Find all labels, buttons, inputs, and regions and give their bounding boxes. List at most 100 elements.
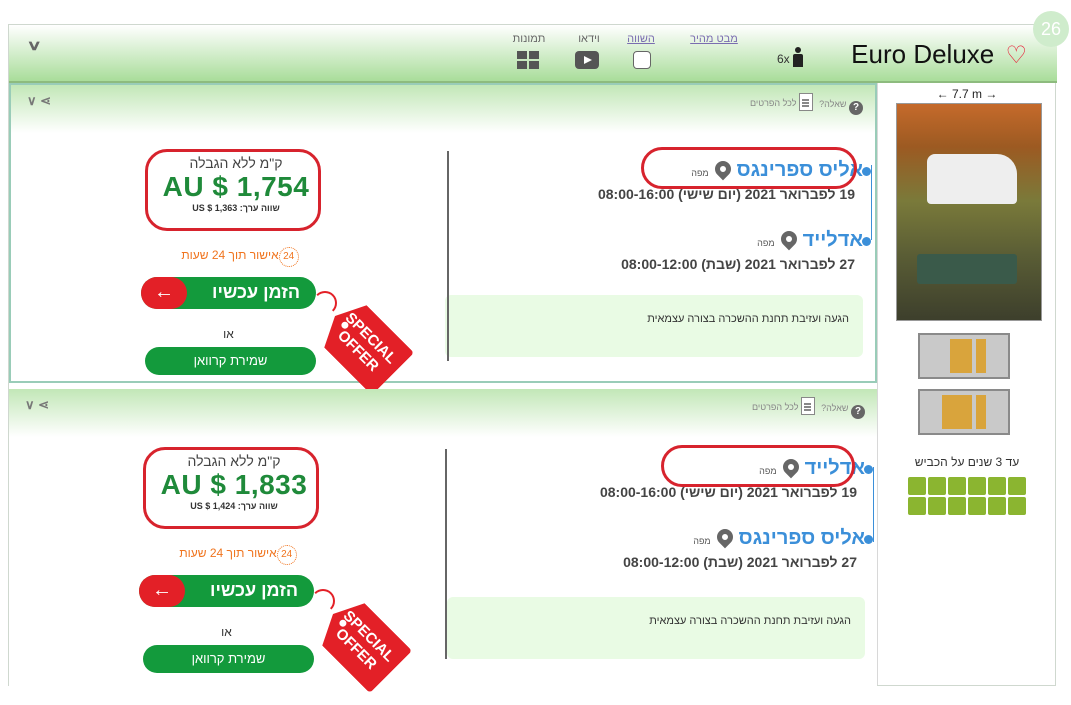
special-offer-label: SPECIAL OFFER: [332, 607, 398, 673]
arrow-left-icon: ←: [139, 575, 185, 607]
amenity-icon: [968, 497, 986, 515]
or-label: או: [221, 625, 232, 639]
amenity-icon: [948, 477, 966, 495]
amenity-icon: [988, 477, 1006, 495]
photos-label: תמונות: [512, 33, 546, 45]
arrow-left-icon: ←: [141, 277, 187, 309]
collapse-share-icons[interactable]: ∨ ⋖: [27, 93, 51, 109]
amenity-icon: [908, 497, 926, 515]
offer-header: ∨ ⋖ ? שאלה? לכל הפרטים: [11, 85, 875, 133]
question-icon: ?: [851, 405, 865, 419]
compare-link[interactable]: השווה: [621, 33, 661, 45]
dropoff-location[interactable]: אליס ספרינגס מפה: [435, 525, 873, 550]
dropoff-city: אדלייד: [802, 229, 863, 251]
favorite-heart-icon[interactable]: ♡: [1005, 42, 1027, 69]
special-offer-label: SPECIAL OFFER: [334, 309, 400, 375]
save-camper-button[interactable]: שמירת קרוואן: [145, 347, 316, 375]
pickup-dot: [864, 465, 873, 474]
collapse-share-icons[interactable]: ∨ ⋖: [25, 397, 49, 413]
details-label: לכל הפרטים: [751, 402, 799, 412]
amenity-icon: [928, 477, 946, 495]
dropoff-dot: [864, 535, 873, 544]
amenity-icons: [908, 477, 1028, 515]
offers-column: ∨ ⋖ ? שאלה? לכל הפרטים אליס ספרינגסמפה 1…: [9, 83, 877, 685]
map-pin-icon: [777, 227, 800, 251]
compare-checkbox[interactable]: [633, 51, 651, 71]
offer-2: ∨ ⋖ ? שאלה? לכל הפרטים אדליידמפה 19 לפבר…: [9, 389, 877, 689]
video-play-icon[interactable]: [575, 51, 599, 71]
pickup-dot: [862, 167, 871, 176]
divider: [445, 449, 447, 659]
quick-view-label: מבט מהיר: [690, 33, 738, 45]
approval-label: אישור תוך 24 שעות: [181, 248, 279, 262]
map-link[interactable]: מפה: [693, 536, 710, 546]
quick-view-link[interactable]: מבט מהיר: [679, 33, 749, 45]
photos-grid-icon[interactable]: [517, 51, 539, 71]
amenity-icon: [908, 477, 926, 495]
collapse-chevron-icon[interactable]: ∨: [26, 37, 41, 54]
document-icon: [799, 93, 813, 111]
details-label: לכל הפרטים: [749, 98, 797, 108]
vehicle-name: Euro Deluxe: [851, 39, 995, 69]
details-link[interactable]: לכל הפרטים: [750, 93, 813, 111]
amenity-icon: [988, 497, 1006, 515]
amenity-icon: [928, 497, 946, 515]
table-shape: [917, 254, 1017, 284]
amenity-icon: [1008, 497, 1026, 515]
route-timeline: [870, 165, 872, 240]
dropoff-dot: [862, 237, 871, 246]
night-layout-thumbnail[interactable]: [918, 389, 1010, 435]
vehicle-header: ∨ תמונות וידאו השווה מבט מהיר 6x Euro De…: [9, 25, 1057, 83]
dropoff-datetime: 27 לפברואר 2021 (שבת) 08:00-12:00: [621, 256, 855, 272]
highlight-ring: [145, 149, 321, 231]
clock-24-icon: 24: [278, 247, 299, 267]
map-pin-icon: [713, 525, 736, 549]
vehicle-length: ← 7.7 m →: [936, 87, 998, 101]
route-timeline: [872, 467, 874, 542]
book-now-button[interactable]: הזמן עכשיו ←: [141, 277, 316, 309]
vehicle-photo[interactable]: [896, 103, 1042, 321]
vehicle-sidebar: ← 7.7 m → עד 3 שנים על הכביש: [877, 83, 1055, 685]
approval-note: 24אישור תוך 24 שעות: [149, 545, 329, 565]
book-now-label: הזמן עכשיו: [212, 282, 300, 302]
book-now-label: הזמן עכשיו: [210, 580, 298, 600]
highlight-ring: [641, 147, 857, 189]
tag-string: [313, 291, 337, 315]
day-layout-thumbnail[interactable]: [918, 333, 1010, 379]
station-note: הגעה ועזיבת תחנת ההשכרה בצורה עצמאית: [445, 295, 863, 357]
divider: [447, 151, 449, 361]
passenger-capacity: 6x: [777, 47, 804, 67]
dropoff-block: אדלייד מפה 27 לפברואר 2021 (שבת) 08:00-12…: [433, 227, 871, 272]
book-now-button[interactable]: הזמן עכשיו ←: [139, 575, 314, 607]
motorhome-shape: [927, 154, 1017, 204]
offer-header: ∨ ⋖ ? שאלה? לכל הפרטים: [9, 389, 877, 437]
station-note: הגעה ועזיבת תחנת ההשכרה בצורה עצמאית: [447, 597, 865, 659]
photos-link[interactable]: תמונות: [509, 33, 549, 45]
dropoff-city: אליס ספרינגס: [738, 527, 865, 549]
question-link[interactable]: ? שאלה?: [821, 403, 865, 419]
question-icon: ?: [849, 101, 863, 115]
map-link[interactable]: מפה: [757, 238, 774, 248]
question-link[interactable]: ? שאלה?: [819, 99, 863, 115]
or-label: או: [223, 327, 234, 341]
vehicle-title: Euro Deluxe ♡: [851, 39, 1027, 70]
document-icon: [801, 397, 815, 415]
vehicle-age: עד 3 שנים על הכביש: [914, 455, 1020, 469]
person-icon: [793, 47, 804, 67]
approval-note: 24אישור תוך 24 שעות: [151, 247, 331, 267]
approval-label: אישור תוך 24 שעות: [179, 546, 277, 560]
rank-badge: 26: [1033, 11, 1069, 47]
dropoff-block: אליס ספרינגס מפה 27 לפברואר 2021 (שבת) 08…: [435, 525, 873, 570]
passenger-count: 6x: [777, 52, 790, 66]
video-label: וידאו: [578, 33, 600, 45]
offer-1: ∨ ⋖ ? שאלה? לכל הפרטים אליס ספרינגסמפה 1…: [9, 83, 877, 383]
details-link[interactable]: לכל הפרטים: [752, 397, 815, 415]
dropoff-location[interactable]: אדלייד מפה: [433, 227, 871, 252]
video-link[interactable]: וידאו: [569, 33, 609, 45]
compare-label: השווה: [627, 33, 655, 45]
tag-string: [311, 589, 335, 613]
highlight-ring: [143, 447, 319, 529]
highlight-ring: [661, 445, 855, 487]
amenity-icon: [1008, 477, 1026, 495]
save-camper-button[interactable]: שמירת קרוואן: [143, 645, 314, 673]
